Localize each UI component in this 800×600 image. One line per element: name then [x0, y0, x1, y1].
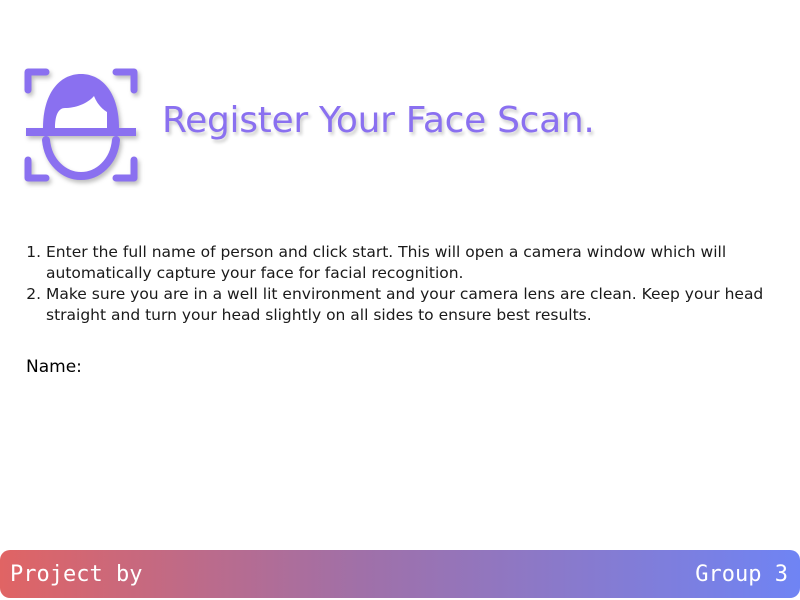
footer-banner: Project by Group 3	[0, 550, 800, 598]
instruction-item: Enter the full name of person and click …	[46, 242, 800, 284]
name-label: Name:	[26, 357, 82, 377]
footer-right-text: Group 3	[695, 561, 788, 587]
name-input[interactable]	[100, 354, 404, 382]
instructions-list: Enter the full name of person and click …	[24, 242, 800, 326]
footer-left-text: Project by	[10, 561, 143, 587]
header: Register Your Face Scan.	[0, 0, 800, 220]
face-scan-icon	[24, 68, 138, 182]
page-title: Register Your Face Scan.	[162, 100, 595, 141]
instruction-item: Make sure you are in a well lit environm…	[46, 284, 800, 326]
